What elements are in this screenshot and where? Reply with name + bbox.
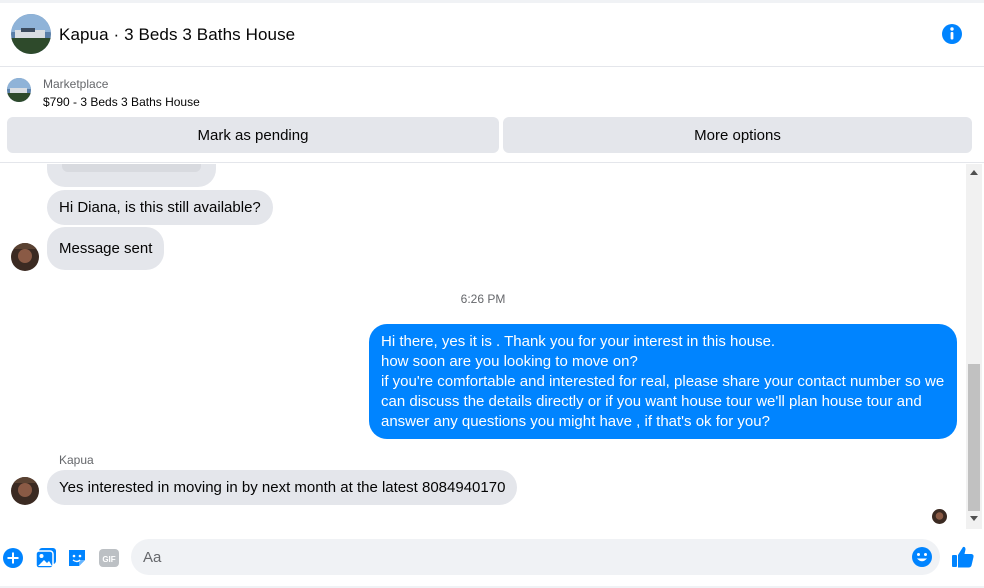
incoming-message-bubble[interactable]: Yes interested in moving in by next mont… — [47, 470, 518, 505]
outgoing-message-line: can discuss the details directly or if y… — [381, 393, 922, 410]
scrollbar-thumb[interactable] — [968, 364, 980, 511]
listing-title[interactable]: $790 - 3 Beds 3 Baths House — [43, 95, 200, 109]
sender-name: Kapua — [59, 453, 94, 467]
incoming-message-bubble[interactable]: Hi Diana, is this still available? — [47, 190, 273, 225]
outgoing-message-line: how soon are you looking to move on? — [381, 353, 638, 370]
sender-avatar[interactable] — [11, 477, 39, 505]
scroll-up-icon[interactable] — [970, 170, 978, 175]
gif-icon[interactable]: GIF — [98, 547, 120, 569]
outgoing-message-line: if you're comfortable and interested for… — [381, 373, 945, 390]
outgoing-message-bubble[interactable]: Hi there, yes it is . Thank you for your… — [369, 324, 957, 439]
message-input[interactable] — [131, 539, 940, 575]
message-scrollbar[interactable] — [966, 164, 982, 529]
outgoing-message-line: Hi there, yes it is . Thank you for your… — [381, 333, 776, 350]
conversation-title: Kapua · 3 Beds 3 Baths House — [59, 25, 296, 44]
scroll-down-icon[interactable] — [970, 516, 978, 521]
outgoing-message-line: answer any questions you might have , if… — [381, 413, 770, 430]
photo-icon[interactable] — [35, 547, 57, 569]
seen-avatar-icon — [932, 509, 947, 524]
emoji-icon[interactable] — [911, 546, 933, 568]
sticker-icon[interactable] — [66, 547, 88, 569]
marketplace-bar: Marketplace $790 - 3 Beds 3 Baths House … — [0, 68, 984, 163]
mark-as-pending-button[interactable]: Mark as pending — [7, 117, 499, 153]
sender-avatar[interactable] — [11, 243, 39, 271]
conversation-avatar[interactable] — [11, 14, 51, 54]
listing-thumbnail[interactable] — [7, 78, 31, 102]
gif-label: GIF — [102, 555, 115, 564]
marketplace-label: Marketplace — [43, 77, 109, 91]
plus-icon[interactable] — [2, 547, 24, 569]
message-list[interactable]: Hi Diana, is this still available? Messa… — [0, 164, 966, 529]
message-timestamp: 6:26 PM — [460, 292, 506, 306]
attachment-preview-partial — [62, 164, 201, 172]
more-options-button[interactable]: More options — [503, 117, 972, 153]
conversation-header: Kapua · 3 Beds 3 Baths House — [0, 3, 984, 67]
incoming-message-bubble[interactable]: Message sent — [47, 227, 165, 270]
thumbs-up-icon[interactable] — [951, 545, 975, 569]
composer-bar: GIF — [0, 529, 984, 588]
info-icon[interactable] — [941, 23, 963, 45]
